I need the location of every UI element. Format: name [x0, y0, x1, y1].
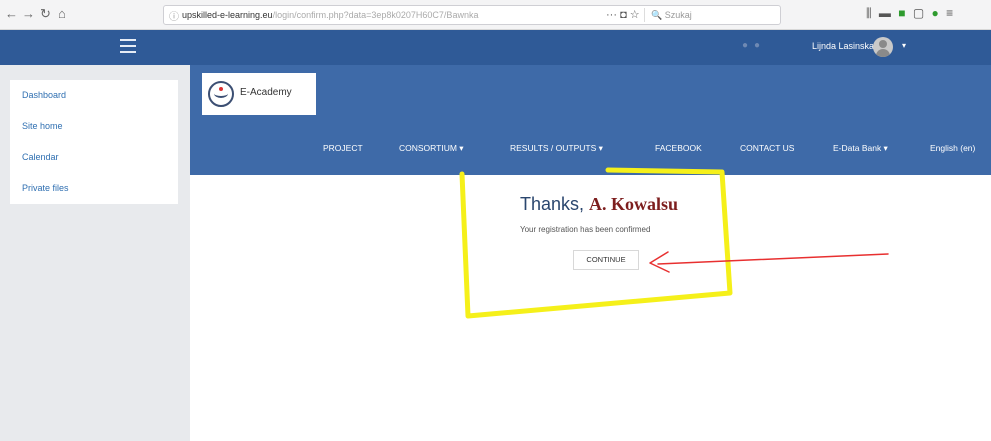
thanks-heading: Thanks, A. Kowalsu [520, 194, 678, 215]
forward-arrow-icon[interactable]: → [22, 6, 35, 22]
user-full-name: A. Kowalsu [589, 194, 679, 214]
continue-button[interactable]: CONTINUE [573, 250, 639, 270]
drawer-item-private-files[interactable]: Private files [10, 173, 178, 204]
site-header: E-Academy PROJECT CONSORTIUM ▾ RESULTS /… [190, 65, 991, 175]
site-logo[interactable]: E-Academy [202, 73, 316, 115]
screenshot-icon[interactable]: ▢ [913, 6, 924, 20]
menu-icon[interactable]: ≡ [946, 6, 953, 20]
logo-icon [208, 81, 234, 107]
drawer-item-calendar[interactable]: Calendar [10, 142, 178, 173]
search-box[interactable]: 🔍 Szukaj [644, 8, 783, 22]
back-arrow-icon[interactable]: ← [5, 6, 18, 22]
drawer-item-site-home[interactable]: Site home [10, 111, 178, 142]
drawer-item-dashboard[interactable]: Dashboard [10, 80, 178, 111]
bookmark-star-icon[interactable]: ☆ [630, 9, 640, 21]
library-icon[interactable]: ⫼ [866, 6, 872, 21]
confirmation-message: Your registration has been confirmed [520, 225, 651, 234]
url-text[interactable]: upskilled-e-learning.eu/login/confirm.ph… [182, 10, 582, 20]
main-menu: PROJECT CONSORTIUM ▾ RESULTS / OUTPUTS ▾… [190, 143, 991, 159]
arrow-head [649, 251, 670, 273]
reader-icon[interactable]: ▬ [879, 6, 891, 20]
url-host: upskilled-e-learning.eu [182, 10, 273, 20]
browser-toolbar: ← → ↻ ⌂ ⓘ upskilled-e-learning.eu/login/… [0, 0, 991, 30]
pocket-icon[interactable]: ◘ [620, 9, 627, 21]
avatar[interactable] [873, 37, 893, 57]
nav-project[interactable]: PROJECT [323, 143, 363, 153]
nav-language[interactable]: English (en) [930, 143, 975, 153]
url-path: /login/confirm.php?data=3ep8k0207H60C7/B… [272, 10, 479, 20]
nav-e-data-bank[interactable]: E-Data Bank ▾ [833, 143, 888, 154]
nav-facebook[interactable]: FACEBOOK [655, 143, 702, 153]
site-navbar: ●● Lijnda Lasinska ▾ [0, 30, 991, 65]
home-icon[interactable]: ⌂ [58, 6, 66, 22]
reload-icon[interactable]: ↻ [40, 6, 51, 22]
page-actions[interactable]: ··· ◘ ☆ [606, 8, 640, 21]
user-name[interactable]: Lijnda Lasinska [812, 41, 874, 51]
logo-text: E-Academy [240, 87, 292, 98]
notification-icons[interactable]: ●● [742, 40, 766, 51]
address-bar[interactable]: ⓘ upskilled-e-learning.eu/login/confirm.… [163, 5, 781, 25]
nav-drawer: Dashboard Site home Calendar Private fil… [0, 65, 190, 441]
chevron-down-icon[interactable]: ▾ [902, 41, 906, 50]
shield-icon[interactable]: ● [932, 6, 939, 20]
hamburger-menu-icon[interactable] [120, 39, 136, 53]
menu-dots-icon[interactable]: ··· [606, 9, 617, 21]
info-icon[interactable]: ⓘ [169, 8, 179, 23]
thanks-prefix: Thanks, [520, 194, 585, 214]
drawer-menu: Dashboard Site home Calendar Private fil… [10, 80, 178, 204]
extension-icons: ⫼ ▬ ■ ▢ ● ≡ [866, 6, 957, 21]
nav-consortium[interactable]: CONSORTIUM ▾ [399, 143, 464, 154]
nav-contact-us[interactable]: CONTACT US [740, 143, 794, 153]
puzzle-icon[interactable]: ■ [898, 6, 905, 20]
arrow-shaft [657, 253, 889, 265]
nav-results-outputs[interactable]: RESULTS / OUTPUTS ▾ [510, 143, 603, 154]
highlight-box-outline [459, 167, 733, 319]
search-placeholder: Szukaj [664, 10, 692, 20]
